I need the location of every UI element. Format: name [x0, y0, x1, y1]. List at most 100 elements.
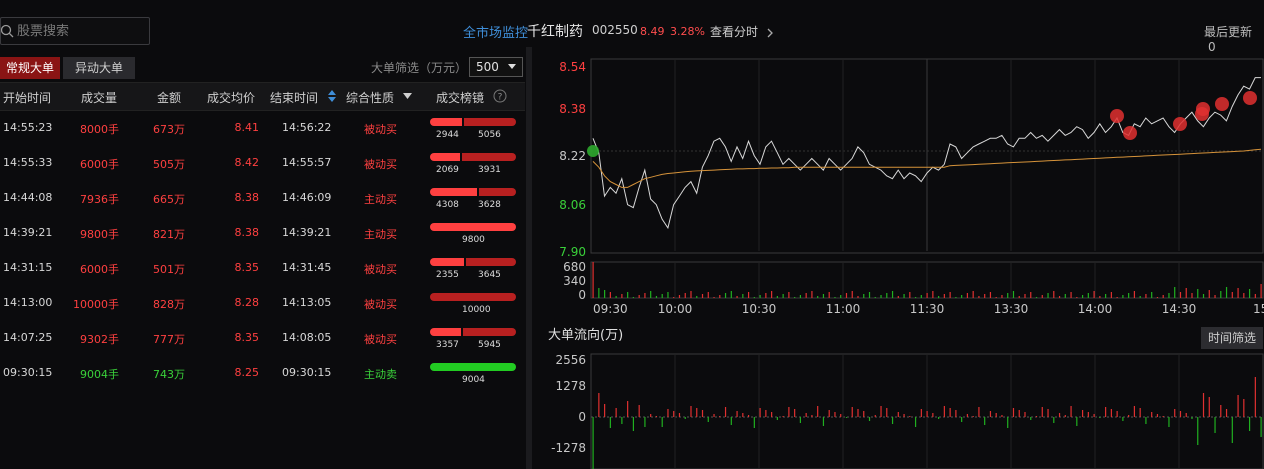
volume-bar — [1145, 294, 1147, 298]
volume-label: 10000 — [462, 305, 491, 315]
caret-down-icon[interactable] — [403, 93, 412, 99]
flow-bar — [880, 406, 882, 417]
volume-bar — [863, 294, 865, 298]
flow-bar — [1035, 416, 1038, 417]
sell-portion — [462, 153, 516, 161]
tab-regular-orders[interactable]: 常规大单 — [0, 57, 60, 79]
col-nature[interactable]: 综合性质 — [346, 89, 394, 106]
stock-change-pct: 3.28% — [670, 25, 705, 38]
flow-bar — [771, 412, 773, 417]
table-row[interactable]: 14:55:33 6000手 505万 8.42 14:55:57 被动买 2069 3931 — [0, 145, 525, 180]
flow-chart-title: 大单流向(万) — [548, 328, 624, 343]
flow-bar — [759, 408, 761, 417]
avg-price-cell: 8.41 — [234, 121, 260, 134]
tab-abnormal-orders[interactable]: 异动大单 — [63, 57, 135, 79]
flow-bar — [995, 413, 997, 417]
flow-bar — [868, 417, 871, 421]
stock-search-box[interactable] — [0, 17, 150, 45]
flow-bar — [592, 417, 594, 469]
end-time-cell: 14:08:05 — [282, 331, 332, 344]
col-start-time[interactable]: 开始时间 — [3, 89, 51, 106]
end-time-cell: 14:39:21 — [282, 226, 332, 239]
table-row[interactable]: 14:07:25 9302手 777万 8.35 14:08:05 被动买 3357 5945 — [0, 320, 525, 355]
nature-cell: 被动买 — [364, 333, 397, 346]
flow-bar — [1076, 417, 1078, 426]
time-filter-button[interactable]: 时间筛选 — [1201, 327, 1263, 349]
volume-bar — [1047, 293, 1049, 298]
volume-bar — [1081, 295, 1084, 298]
start-time-cell: 14:55:23 — [3, 121, 53, 134]
volume-bar — [891, 291, 894, 298]
volume-bar — [794, 297, 796, 298]
flow-bar — [914, 417, 917, 427]
end-time-cell: 14:56:22 — [282, 121, 332, 134]
volume-bar — [1093, 291, 1095, 298]
col-avg-price[interactable]: 成交均价 — [207, 89, 255, 106]
time-axis-tick: 13:30 — [994, 302, 1029, 316]
view-timeshare-button[interactable]: 查看分时 — [710, 23, 774, 40]
volume-bar — [949, 292, 951, 298]
sort-icon[interactable] — [328, 90, 336, 102]
flow-bar — [1156, 414, 1159, 417]
flow-bar — [678, 413, 681, 417]
time-axis-tick: 15: — [1253, 302, 1264, 316]
flow-bar — [1248, 417, 1251, 431]
volume-bar — [1099, 296, 1101, 298]
flow-bar — [650, 414, 652, 417]
flow-bar — [794, 409, 796, 417]
volume-bar — [771, 291, 773, 298]
flow-bar — [811, 415, 813, 417]
flow-bar — [696, 408, 698, 417]
volume-y-tick: 0 — [578, 288, 586, 302]
volume-bar — [678, 295, 681, 298]
order-filter-select[interactable]: 500 — [469, 57, 523, 77]
col-end-time[interactable]: 结束时间 — [270, 89, 318, 106]
volume-bar — [609, 292, 611, 298]
volume-bar — [615, 296, 617, 298]
time-axis-tick: 14:00 — [1078, 302, 1113, 316]
volume-bar — [1168, 293, 1170, 298]
buy-volume-label: 2944 — [436, 130, 459, 140]
avg-price-cell: 8.25 — [234, 366, 260, 379]
flow-bar — [1139, 408, 1141, 417]
volume-bar — [857, 296, 859, 298]
table-row[interactable]: 09:30:15 9004手 743万 8.25 09:30:15 主动卖 9004 — [0, 355, 525, 390]
order-filter-value: 500 — [476, 60, 499, 74]
flow-bar — [1151, 412, 1153, 417]
volume-bar — [776, 296, 778, 298]
help-icon[interactable]: ? — [493, 89, 507, 103]
start-time-cell: 09:30:15 — [3, 366, 53, 379]
trade-ratio-bar — [430, 153, 516, 161]
volume-cell: 6000手 — [80, 158, 119, 171]
stock-name: 千红制药 — [527, 24, 583, 40]
volume-bar — [926, 293, 928, 298]
time-filter-label: 时间筛选 — [1207, 331, 1256, 345]
flow-bar — [1231, 417, 1233, 443]
volume-bar — [1087, 293, 1089, 298]
table-row[interactable]: 14:55:23 8000手 673万 8.41 14:56:22 被动买 2944 5056 — [0, 110, 525, 145]
table-row[interactable]: 14:13:00 10000手 828万 8.28 14:13:05 被动买 10000 — [0, 285, 525, 320]
table-row[interactable]: 14:31:15 6000手 501万 8.35 14:31:45 被动买 2355 3645 — [0, 250, 525, 285]
table-row[interactable]: 14:44:08 7936手 665万 8.38 14:46:09 主动买 4308 3628 — [0, 180, 525, 215]
market-monitor-link[interactable]: 全市场监控 — [463, 26, 528, 41]
flow-bar — [1012, 408, 1015, 417]
volume-bar — [1174, 287, 1176, 298]
buy-order-marker — [1215, 97, 1229, 111]
amount-cell: 673万 — [153, 123, 185, 136]
volume-cell: 7936手 — [80, 193, 119, 206]
table-row[interactable]: 14:39:21 9800手 821万 8.38 14:39:21 主动买 9800 — [0, 215, 525, 250]
col-amount[interactable]: 金额 — [157, 89, 181, 106]
volume-bar — [1024, 294, 1026, 298]
avg-price-cell: 8.38 — [234, 226, 260, 239]
flow-bar — [615, 408, 617, 417]
volume-label: 9004 — [462, 375, 485, 385]
volume-bar — [1162, 295, 1164, 298]
buy-volume-label: 3357 — [436, 340, 459, 350]
flow-bar — [966, 414, 969, 417]
col-volume[interactable]: 成交量 — [81, 89, 117, 106]
flow-bar — [817, 406, 819, 417]
volume-bar — [1041, 295, 1043, 298]
volume-bar — [1179, 292, 1182, 298]
search-input[interactable] — [15, 21, 147, 41]
nature-cell: 主动买 — [364, 228, 397, 241]
